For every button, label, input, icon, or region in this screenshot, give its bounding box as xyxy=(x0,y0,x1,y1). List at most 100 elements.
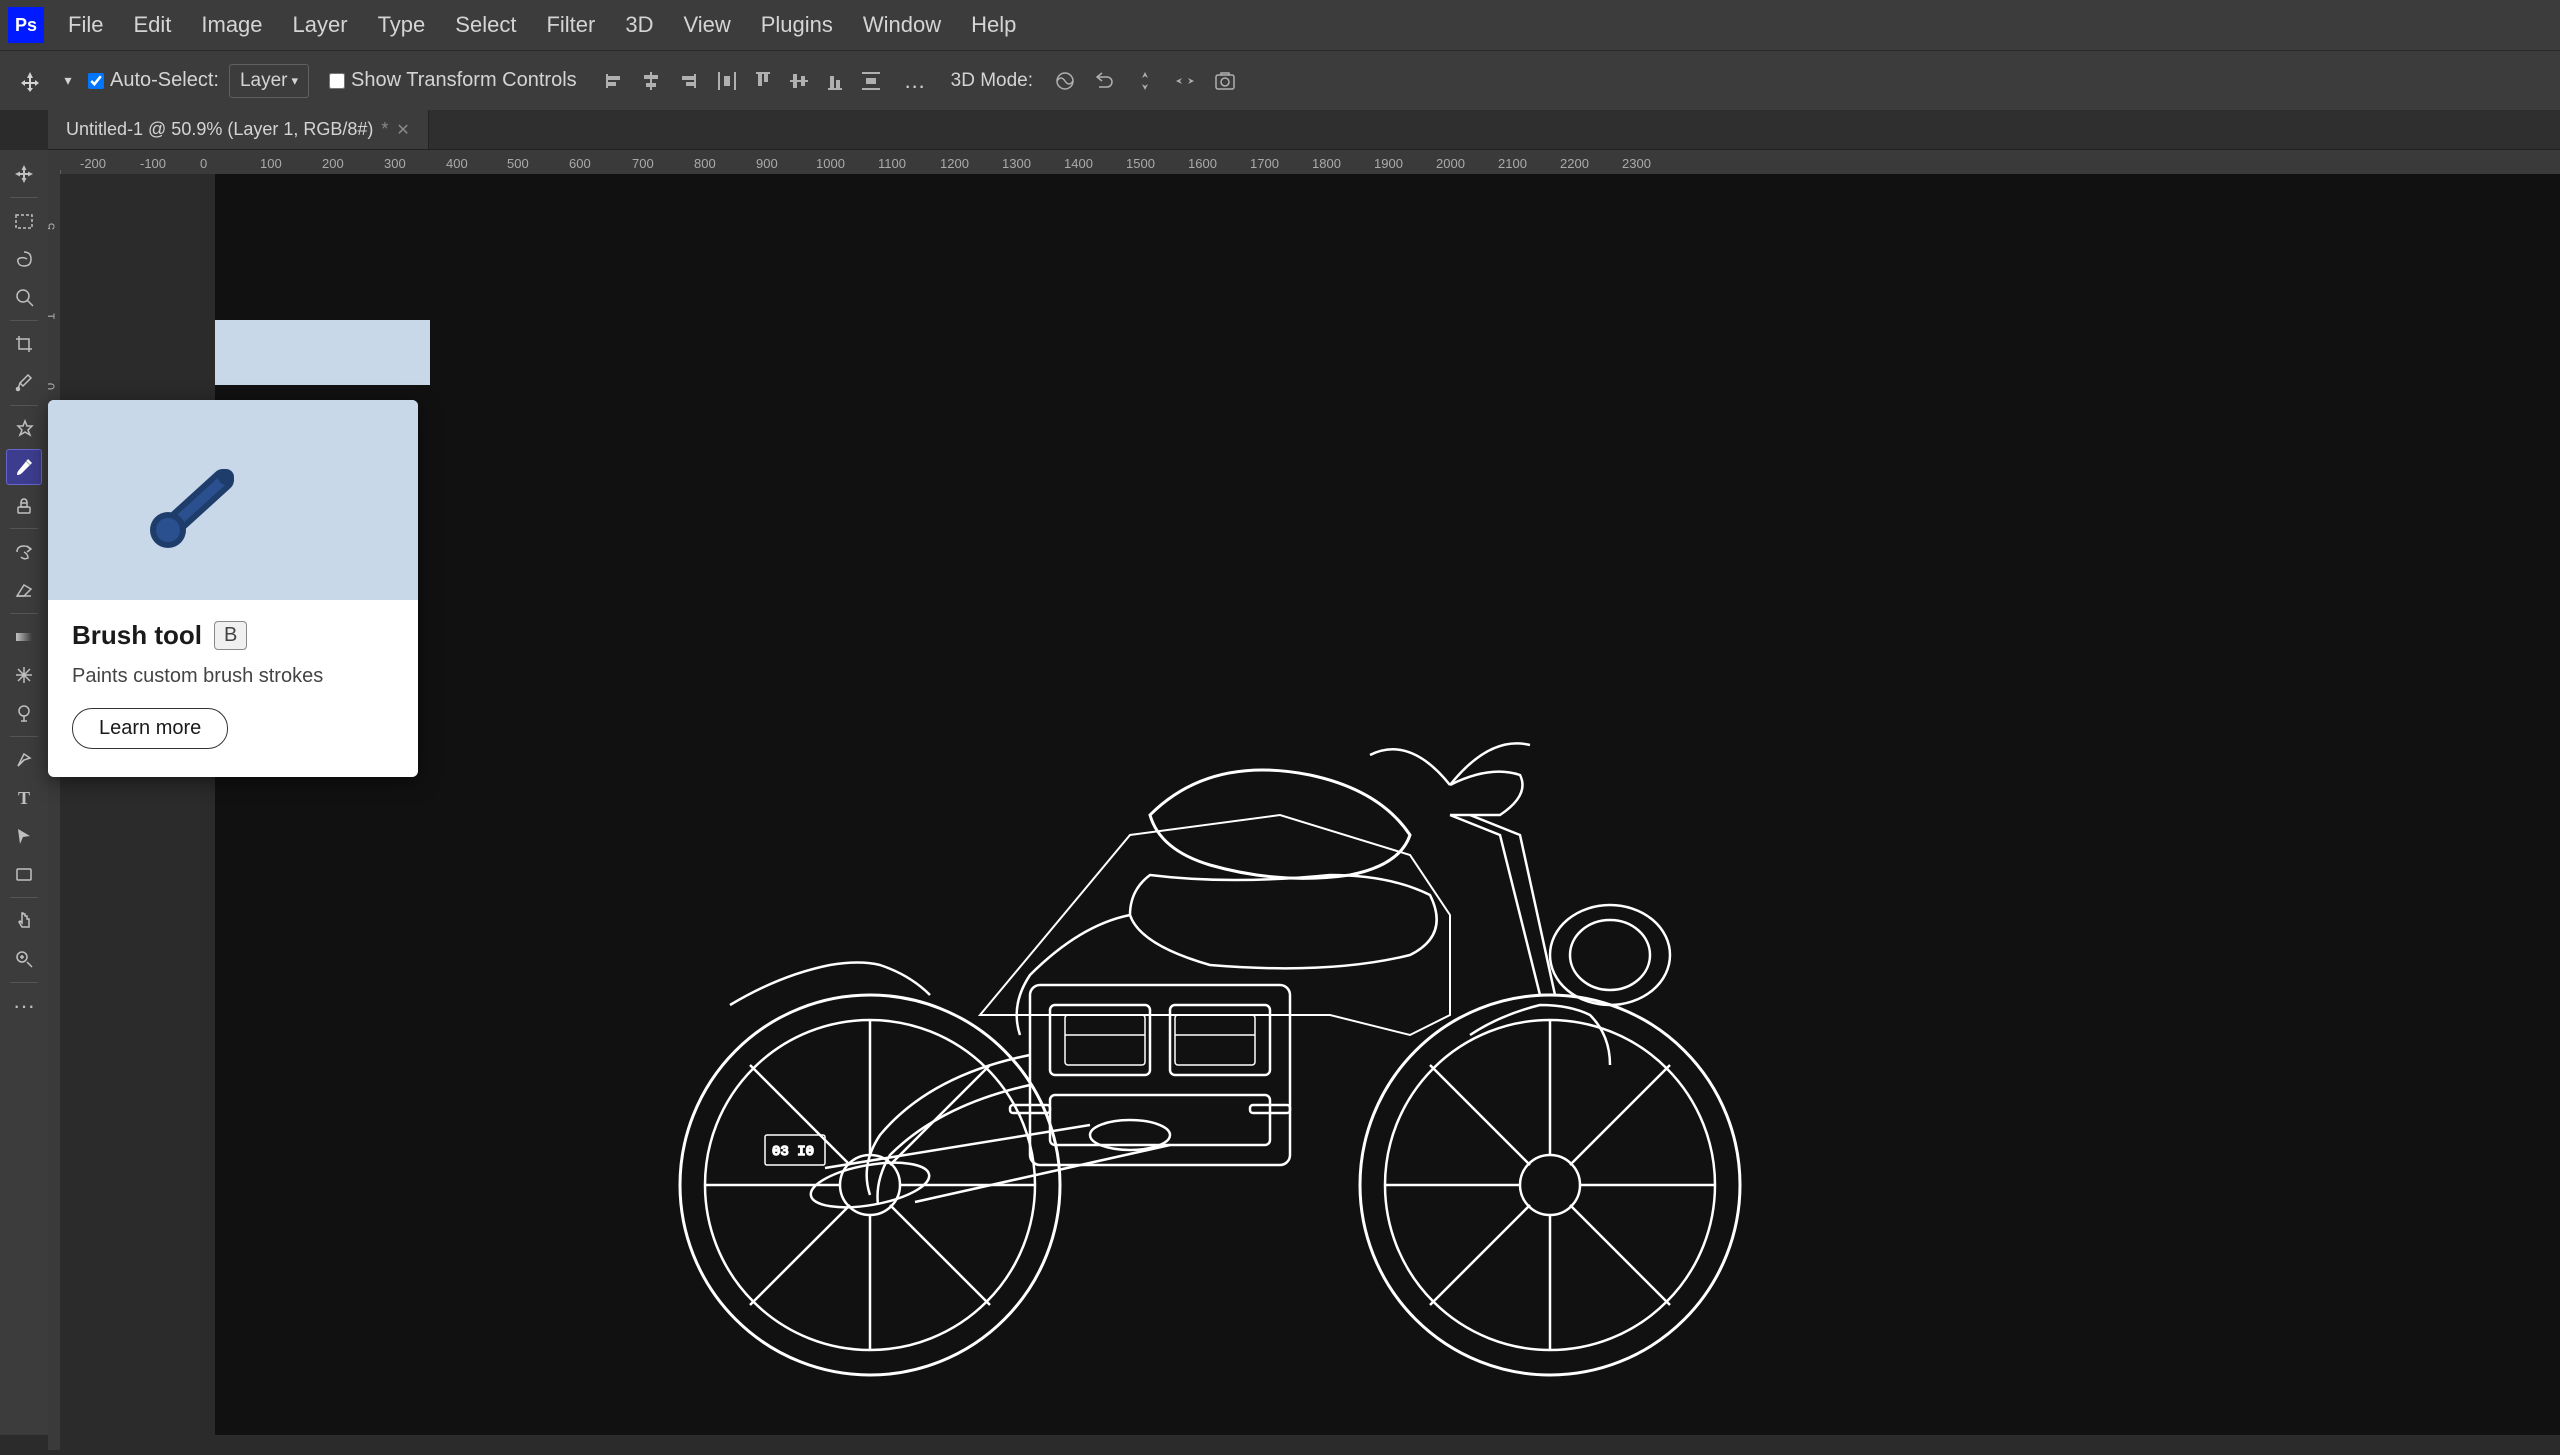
tooltip-shortcut-badge: B xyxy=(214,621,247,650)
path-select-tool[interactable] xyxy=(6,818,42,854)
text-tool[interactable]: T xyxy=(6,780,42,816)
svg-text:1800: 1800 xyxy=(1312,156,1341,171)
tab-modified-indicator: * xyxy=(381,119,388,140)
ruler-left: 5 1 0 0 0 xyxy=(48,150,60,1435)
menu-file[interactable]: File xyxy=(54,6,117,44)
canvas-light-area xyxy=(215,320,430,385)
document-tab[interactable]: Untitled-1 @ 50.9% (Layer 1, RGB/8#) * ✕ xyxy=(48,110,429,149)
blur-tool[interactable] xyxy=(6,657,42,693)
transform-controls-text: Show Transform Controls xyxy=(351,69,577,92)
tooltip-title-row: Brush tool B xyxy=(72,620,394,651)
menu-3d[interactable]: 3D xyxy=(611,6,667,44)
distribute-v-icon[interactable] xyxy=(855,65,887,97)
tab-bar: Untitled-1 @ 50.9% (Layer 1, RGB/8#) * ✕ xyxy=(48,110,2560,150)
learn-more-button[interactable]: Learn more xyxy=(72,708,228,749)
pen-tool[interactable] xyxy=(6,742,42,778)
move-tool[interactable] xyxy=(6,156,42,192)
distribute-h-icon[interactable] xyxy=(711,65,743,97)
dodge-tool[interactable] xyxy=(6,695,42,731)
svg-text:0: 0 xyxy=(200,156,207,171)
history-brush-tool[interactable] xyxy=(6,534,42,570)
stamp-tool[interactable] xyxy=(6,487,42,523)
svg-text:1: 1 xyxy=(48,313,58,320)
eyedropper-tool[interactable] xyxy=(6,364,42,400)
3d-mode-label: 3D Mode: xyxy=(951,70,1033,92)
menu-window[interactable]: Window xyxy=(849,6,955,44)
svg-text:1100: 1100 xyxy=(878,156,906,171)
menu-view[interactable]: View xyxy=(669,6,744,44)
hand-tool[interactable] xyxy=(6,903,42,939)
toolbar-separator-2 xyxy=(10,320,38,321)
menu-type[interactable]: Type xyxy=(364,6,440,44)
zoom-tool[interactable] xyxy=(6,941,42,977)
menu-bar: Ps File Edit Image Layer Type Select Fil… xyxy=(0,0,2560,50)
svg-text:-100: -100 xyxy=(140,156,166,171)
auto-select-checkbox[interactable] xyxy=(88,73,104,89)
brush-tool[interactable] xyxy=(6,449,42,485)
svg-text:1900: 1900 xyxy=(1374,156,1403,171)
toolbar-separator-7 xyxy=(10,897,38,898)
tab-close-button[interactable]: ✕ xyxy=(396,120,409,140)
menu-edit[interactable]: Edit xyxy=(119,6,185,44)
toolbar-separator-5 xyxy=(10,613,38,614)
healing-tool[interactable] xyxy=(6,411,42,447)
align-left-icon[interactable] xyxy=(599,65,631,97)
3d-rotate-icon[interactable] xyxy=(1049,65,1081,97)
svg-text:200: 200 xyxy=(322,156,344,171)
3d-mode-icons xyxy=(1049,65,1241,97)
toolbar-separator-3 xyxy=(10,405,38,406)
svg-text:1600: 1600 xyxy=(1188,156,1217,171)
transform-controls-checkbox[interactable] xyxy=(329,73,345,89)
svg-text:5: 5 xyxy=(48,223,58,230)
more-options-button[interactable]: … xyxy=(897,63,933,99)
menu-filter[interactable]: Filter xyxy=(532,6,609,44)
align-icons-group xyxy=(599,65,887,97)
align-bottom-icon[interactable] xyxy=(819,65,851,97)
more-tools-button[interactable]: ··· xyxy=(6,988,42,1024)
lasso-tool[interactable] xyxy=(6,241,42,277)
tooltip-tool-name: Brush tool xyxy=(72,620,202,651)
brush-stroke-preview xyxy=(48,400,418,600)
svg-text:1000: 1000 xyxy=(816,156,845,171)
marquee-tool[interactable] xyxy=(6,203,42,239)
3d-pan-icon[interactable] xyxy=(1169,65,1201,97)
options-bar: ▾ Auto-Select: Layer ▾ Show Transform Co… xyxy=(0,50,2560,110)
tool-tooltip-popup: Brush tool B Paints custom brush strokes… xyxy=(48,400,418,777)
crop-tool[interactable] xyxy=(6,326,42,362)
auto-select-dropdown[interactable]: Layer ▾ xyxy=(229,64,309,98)
svg-text:1300: 1300 xyxy=(1002,156,1031,171)
align-center-h-icon[interactable] xyxy=(635,65,667,97)
motorcycle-illustration: 03 I0 xyxy=(630,435,2030,1435)
svg-text:400: 400 xyxy=(446,156,468,171)
svg-text:600: 600 xyxy=(569,156,591,171)
svg-text:100: 100 xyxy=(260,156,282,171)
menu-image[interactable]: Image xyxy=(187,6,276,44)
toolbar-separator-6 xyxy=(10,736,38,737)
align-middle-v-icon[interactable] xyxy=(783,65,815,97)
ps-logo: Ps xyxy=(8,7,44,43)
menu-select[interactable]: Select xyxy=(441,6,530,44)
3d-camera-icon[interactable] xyxy=(1209,65,1241,97)
align-top-icon[interactable] xyxy=(747,65,779,97)
ruler-top: -200 -100 0 100 200 300 400 500 600 700 … xyxy=(60,150,2560,174)
eraser-tool[interactable] xyxy=(6,572,42,608)
wand-tool[interactable] xyxy=(6,279,42,315)
transform-controls-label[interactable]: Show Transform Controls xyxy=(329,69,577,92)
align-right-icon[interactable] xyxy=(671,65,703,97)
3d-move-icon[interactable] xyxy=(1129,65,1161,97)
move-tool-expand[interactable]: ▾ xyxy=(58,63,78,99)
svg-text:1400: 1400 xyxy=(1064,156,1093,171)
move-tool-icon[interactable] xyxy=(12,63,48,99)
svg-text:700: 700 xyxy=(632,156,654,171)
menu-help[interactable]: Help xyxy=(957,6,1030,44)
menu-layer[interactable]: Layer xyxy=(279,6,362,44)
svg-text:1700: 1700 xyxy=(1250,156,1279,171)
gradient-tool[interactable] xyxy=(6,619,42,655)
svg-text:500: 500 xyxy=(507,156,529,171)
menu-plugins[interactable]: Plugins xyxy=(747,6,847,44)
shape-tool[interactable] xyxy=(6,856,42,892)
3d-return-icon[interactable] xyxy=(1089,65,1121,97)
svg-text:800: 800 xyxy=(694,156,716,171)
dropdown-arrow: ▾ xyxy=(291,73,298,89)
auto-select-label[interactable]: Auto-Select: xyxy=(88,69,219,92)
